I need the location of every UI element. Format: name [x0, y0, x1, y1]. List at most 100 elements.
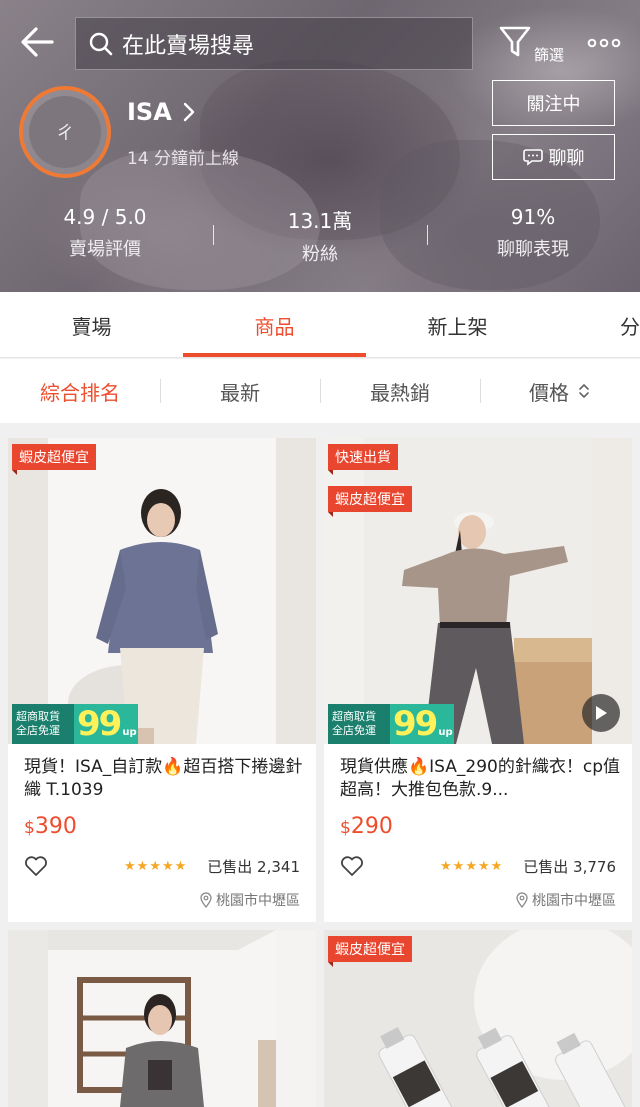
online-status: 14 分鐘前上線 — [127, 149, 240, 169]
product-image[interactable] — [8, 930, 316, 1107]
promo-amount: 99 — [393, 704, 438, 744]
location-pin-icon — [200, 892, 212, 908]
product-image[interactable] — [8, 438, 316, 744]
location-pin-icon — [516, 892, 528, 908]
sold-count: 已售出 3,776 — [523, 858, 616, 876]
play-video-button[interactable] — [582, 694, 620, 732]
promo-suffix: up — [438, 727, 453, 738]
product-photo-illustration — [324, 438, 592, 744]
back-button[interactable] — [18, 22, 58, 62]
tab-shop[interactable]: 賣場 — [0, 292, 183, 358]
stat-value: 4.9 / 5.0 — [63, 205, 147, 229]
stat-value: 91% — [510, 205, 556, 229]
promo-amount: 99 — [77, 704, 122, 744]
free-shipping-badge: 超商取貨 全店免運 99 up — [12, 704, 138, 744]
stat-rating[interactable]: 4.9 / 5.0 賣場評價 — [30, 205, 180, 261]
rating-stars: ★ ★ ★ ★ ★ — [440, 859, 503, 874]
promo-line-2: 全店免運 — [332, 724, 376, 737]
stat-value: 13.1萬 — [287, 209, 353, 233]
rating-stars: ★ ★ ★ ★ ★ — [124, 859, 187, 874]
sort-arrows-icon — [579, 384, 589, 398]
product-photo-illustration — [8, 438, 316, 744]
chat-bubble-icon — [522, 149, 543, 166]
product-location: 桃園市中壢區 — [200, 890, 300, 910]
product-image[interactable] — [324, 438, 632, 744]
like-button[interactable] — [24, 855, 48, 877]
stat-label: 粉絲 — [302, 244, 338, 265]
shop-name: ISA — [127, 98, 172, 126]
product-tag: 快速出貨 — [328, 444, 398, 475]
product-title[interactable]: 現貨供應🔥ISA_290的針織衣！cp值超高！大推包色款.9... — [340, 756, 620, 802]
star-icon: ★ — [440, 859, 452, 874]
star-icon: ★ — [174, 859, 187, 874]
product-title[interactable]: 現貨！ISA_自訂款🔥超百搭下捲邊針織 T.1039 — [24, 756, 304, 802]
promo-line-2: 全店免運 — [16, 724, 60, 737]
shop-tabs: 賣場 商品 新上架 分 — [0, 292, 640, 358]
sort-relevance[interactable]: 綜合排名 — [0, 359, 160, 423]
stat-label: 聊聊表現 — [497, 239, 569, 260]
follow-label: 關注中 — [526, 94, 581, 115]
follow-button[interactable]: 關注中 — [492, 80, 615, 126]
sold-count: 已售出 2,341 — [207, 858, 300, 876]
shop-avatar[interactable]: ㄔ — [19, 86, 111, 178]
stat-chat-performance[interactable]: 91% 聊聊表現 — [458, 205, 608, 261]
search-placeholder: 在此賣場搜尋 — [122, 33, 255, 59]
price-currency: $ — [24, 818, 35, 838]
price-currency: $ — [340, 818, 351, 838]
chevron-right-icon — [183, 102, 194, 122]
product-tag: 蝦皮超便宜 — [328, 936, 412, 967]
promo-suffix: up — [122, 727, 137, 738]
shop-name-link[interactable]: ISA — [127, 98, 196, 126]
star-icon: ★ — [161, 859, 174, 874]
product-tag: 蝦皮超便宜 — [328, 486, 412, 517]
play-icon — [596, 706, 607, 720]
product-price: $390 — [24, 814, 77, 839]
arrow-left-icon — [21, 27, 54, 57]
chat-label: 聊聊 — [548, 148, 585, 169]
product-card[interactable]: 蝦皮超便宜 超商取貨 全店免運 99 up 現貨！ISA_自訂款🔥超百搭下捲邊針… — [8, 438, 316, 922]
star-icon: ★ — [452, 859, 465, 874]
product-card[interactable] — [8, 930, 316, 1107]
star-icon: ★ — [149, 859, 161, 874]
star-icon: ★ — [477, 859, 490, 874]
filter-button[interactable]: 篩選 — [498, 24, 568, 68]
search-icon — [89, 32, 113, 55]
tab-categories[interactable]: 分 — [600, 292, 640, 358]
promo-line-1: 超商取貨 — [332, 710, 376, 723]
sort-top-sales[interactable]: 最熱銷 — [320, 359, 480, 423]
heart-icon — [341, 856, 363, 876]
free-shipping-badge: 超商取貨 全店免運 99 up — [328, 704, 454, 744]
star-icon: ★ — [465, 859, 477, 874]
more-options-button[interactable] — [585, 30, 623, 56]
active-tab-indicator — [183, 353, 366, 357]
promo-line-1: 超商取貨 — [16, 710, 60, 723]
product-card[interactable]: 快速出貨 蝦皮超便宜 超商取貨 全店免運 99 up 現貨供應🔥ISA_290的… — [324, 438, 632, 922]
stat-label: 賣場評價 — [69, 239, 141, 260]
like-button[interactable] — [340, 855, 364, 877]
filter-label: 篩選 — [534, 46, 565, 64]
product-price: $290 — [340, 814, 393, 839]
tab-products[interactable]: 商品 — [183, 292, 366, 358]
product-photo-illustration — [8, 930, 276, 1107]
tab-new-arrivals[interactable]: 新上架 — [366, 292, 549, 358]
sort-price[interactable]: 價格 — [480, 359, 640, 423]
heart-icon — [25, 856, 47, 876]
star-icon: ★ — [490, 859, 503, 874]
shop-search-input[interactable]: 在此賣場搜尋 — [75, 17, 473, 70]
stat-divider — [213, 225, 214, 245]
shop-logo: ㄔ — [29, 96, 101, 168]
location-text: 桃園市中壢區 — [532, 893, 616, 909]
shop-header: 在此賣場搜尋 篩選 ㄔ ISA 14 分鐘前上線 關注中 聊聊 4.9 / 5.… — [0, 0, 640, 292]
stat-divider — [427, 225, 428, 245]
product-tag: 蝦皮超便宜 — [12, 444, 96, 475]
chat-button[interactable]: 聊聊 — [492, 134, 615, 180]
product-card[interactable]: 蝦皮超便宜 — [324, 930, 632, 1107]
sort-price-label: 價格 — [529, 380, 569, 405]
shop-stats: 4.9 / 5.0 賣場評價 13.1萬 粉絲 91% 聊聊表現 — [0, 205, 640, 265]
stat-followers[interactable]: 13.1萬 粉絲 — [245, 205, 395, 266]
sort-latest[interactable]: 最新 — [160, 359, 320, 423]
product-location: 桃園市中壢區 — [516, 890, 616, 910]
star-icon: ★ — [136, 859, 149, 874]
star-icon: ★ — [124, 859, 136, 874]
funnel-icon — [499, 26, 531, 57]
